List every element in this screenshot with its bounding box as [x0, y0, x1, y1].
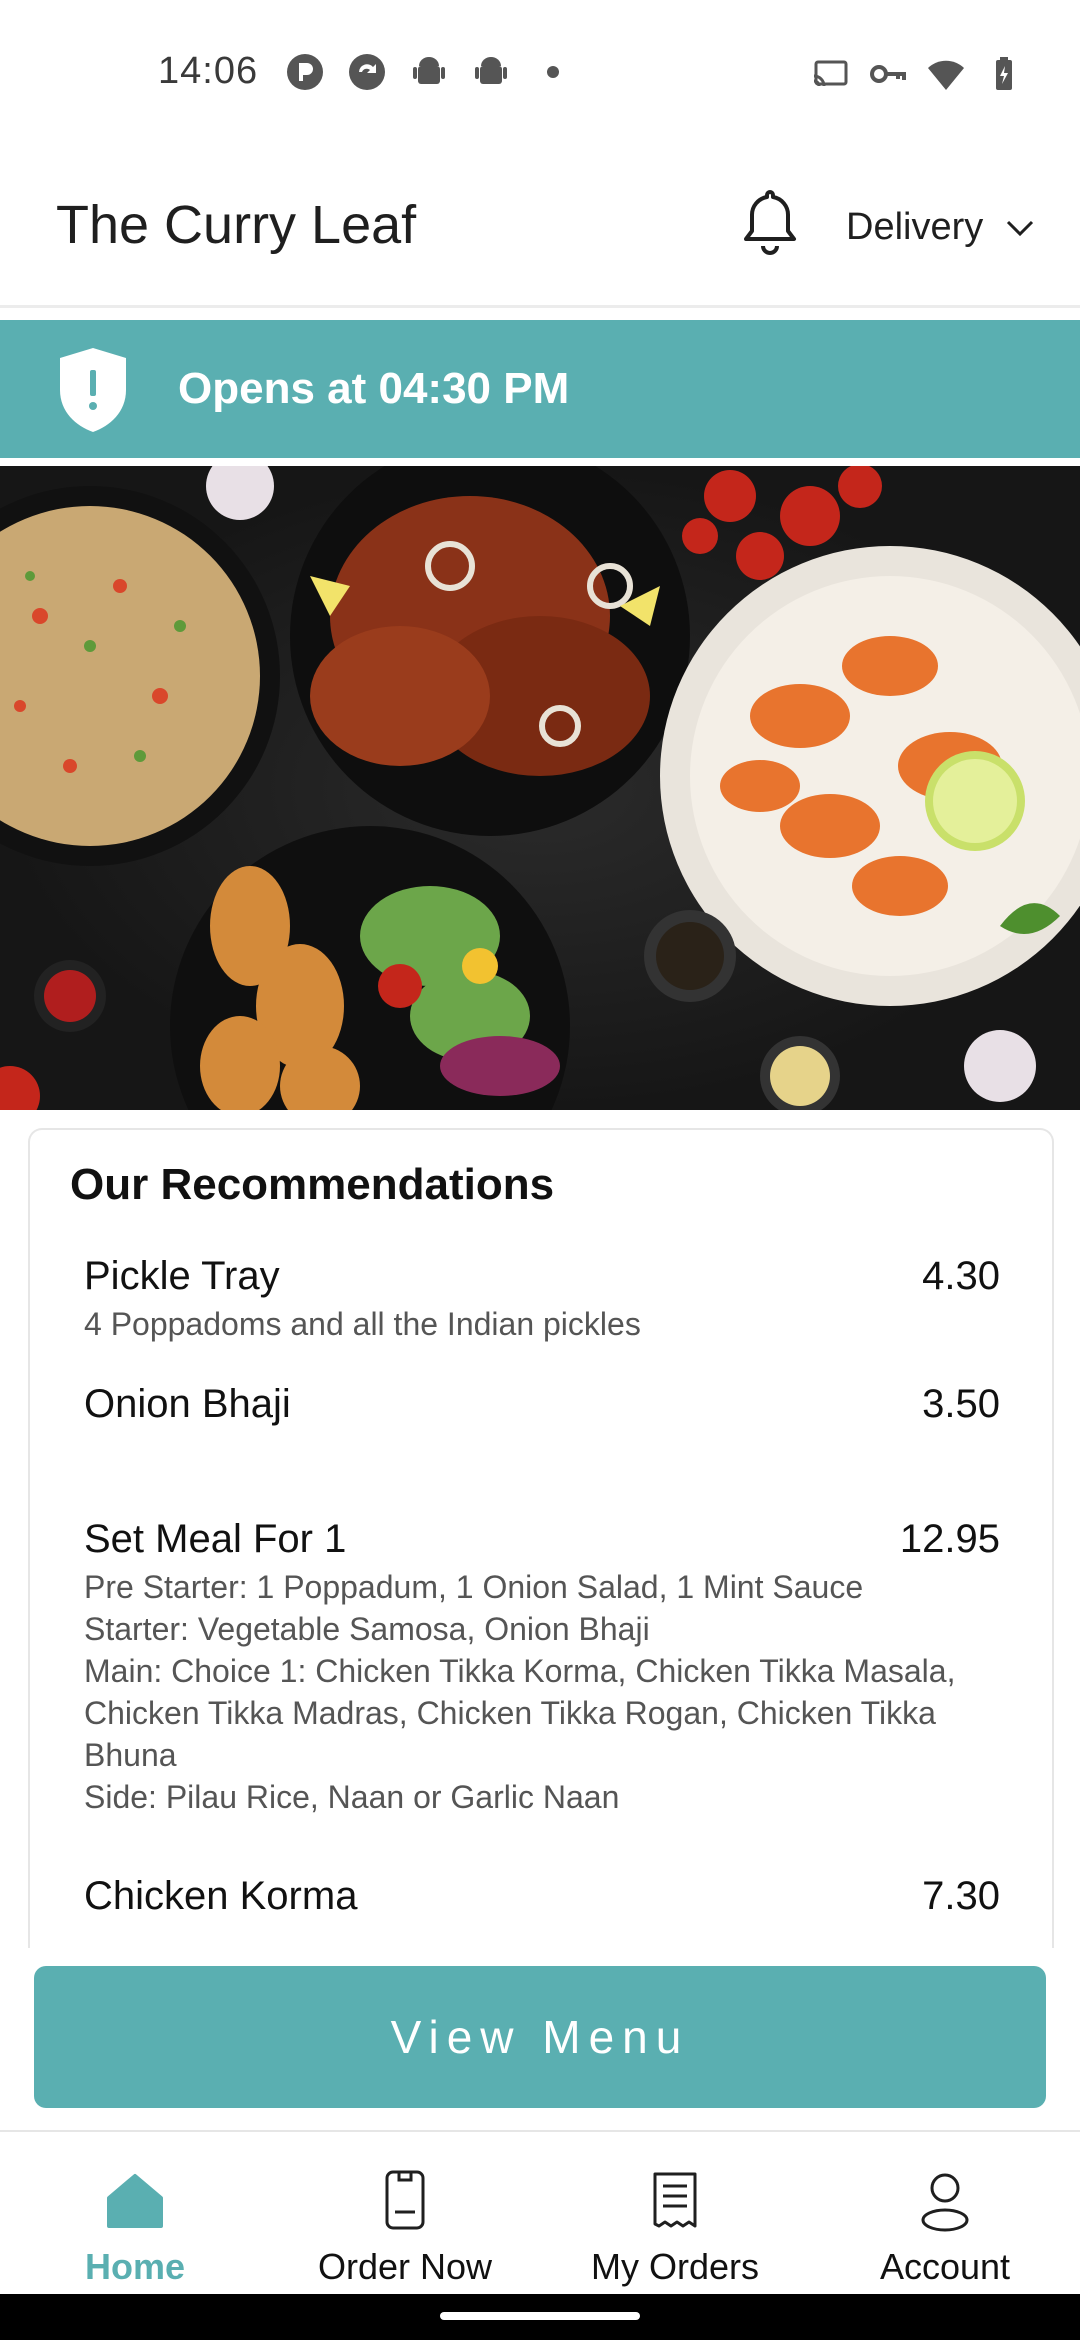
- menu-item-price: 3.50: [922, 1382, 1000, 1426]
- cast-icon: [813, 60, 848, 87]
- bell-icon[interactable]: [738, 186, 802, 262]
- menu-item[interactable]: Onion Bhaji 3.50: [84, 1382, 1000, 1427]
- status-bar: 14:06: [0, 0, 1080, 150]
- nav-label-home: Home: [84, 2246, 186, 2287]
- status-notification-icons: [285, 52, 573, 92]
- description-line: Pre Starter: 1 Poppadum, 1 Onion Salad, …: [84, 1569, 864, 1605]
- menu-item-price: 7.30: [922, 1874, 1000, 1918]
- nav-item-order-now[interactable]: Order Now: [270, 2168, 540, 2288]
- gesture-navigation-bar: [0, 2294, 1080, 2340]
- android-icon: [475, 57, 507, 84]
- recommendations-card: Our Recommendations Pickle Tray 4.30 4 P…: [28, 1128, 1054, 1948]
- battery-charging-icon: [996, 57, 1012, 90]
- menu-item-name: Onion Bhaji: [84, 1382, 291, 1426]
- gesture-handle[interactable]: [440, 2312, 640, 2320]
- menu-item-price: 12.95: [899, 1517, 1000, 1561]
- description-line: Bhuna: [84, 1737, 177, 1773]
- app-header: The Curry Leaf Delivery: [0, 150, 1080, 308]
- menu-item-name: Set Meal For 1: [84, 1517, 347, 1561]
- food-platter-image: [0, 466, 1080, 1110]
- opening-time-text: Opens at 04:30 PM: [178, 364, 570, 413]
- recommendations-title: Our Recommendations: [70, 1160, 555, 1209]
- order-icon: [385, 2170, 425, 2230]
- nav-label-my-orders: My Orders: [590, 2246, 759, 2287]
- refresh-circle-icon: [349, 54, 385, 90]
- nav-item-home[interactable]: Home: [0, 2168, 270, 2288]
- menu-item-name: Chicken Korma: [84, 1874, 358, 1918]
- wifi-icon: [928, 60, 964, 90]
- shield-alert-icon: [60, 348, 126, 432]
- description-line: Chicken Tikka Madras, Chicken Tikka Roga…: [84, 1695, 936, 1731]
- menu-item-price: 4.30: [922, 1254, 1000, 1298]
- nav-item-account[interactable]: Account: [810, 2168, 1080, 2288]
- receipt-icon: [653, 2172, 697, 2228]
- vpn-key-icon: [870, 65, 906, 83]
- description-line: Side: Pilau Rice, Naan or Garlic Naan: [84, 1779, 620, 1815]
- nav-label-account: Account: [879, 2246, 1011, 2287]
- opening-hours-banner: Opens at 04:30 PM: [0, 320, 1080, 458]
- menu-item[interactable]: Chicken Korma 7.30: [84, 1874, 1000, 1919]
- nav-label-order-now: Order Now: [317, 2246, 493, 2287]
- chevron-down-icon: [1007, 220, 1034, 236]
- dot-icon: [547, 66, 559, 78]
- food-platter-illustration: [0, 466, 1080, 1110]
- restaurant-title: The Curry Leaf: [56, 195, 417, 255]
- app-p-icon: [287, 54, 323, 90]
- menu-item[interactable]: Set Meal For 1 12.95 Pre Starter: 1 Popp…: [84, 1517, 1000, 1818]
- description-line: Starter: Vegetable Samosa, Onion Bhaji: [84, 1611, 650, 1647]
- menu-item-description: Pre Starter: 1 Poppadum, 1 Onion Salad, …: [84, 1566, 1000, 1818]
- user-icon: [921, 2173, 969, 2232]
- delivery-mode-selector[interactable]: Delivery: [846, 206, 1035, 249]
- status-time: 14:06: [158, 50, 259, 92]
- home-icon: [107, 2174, 163, 2228]
- bottom-navigation: Home Order Now My Orders Account: [0, 2130, 1080, 2294]
- description-line: Main: Choice 1: Chicken Tikka Korma, Chi…: [84, 1653, 956, 1689]
- status-system-icons: [810, 54, 1024, 94]
- menu-item[interactable]: Pickle Tray 4.30 4 Poppadoms and all the…: [84, 1254, 1000, 1345]
- delivery-label: Delivery: [846, 206, 984, 248]
- menu-item-name: Pickle Tray: [84, 1254, 280, 1298]
- view-menu-button[interactable]: View Menu: [34, 1966, 1046, 2108]
- android-icon: [413, 57, 445, 84]
- menu-item-description: 4 Poppadoms and all the Indian pickles: [84, 1306, 641, 1342]
- nav-item-my-orders[interactable]: My Orders: [540, 2168, 810, 2288]
